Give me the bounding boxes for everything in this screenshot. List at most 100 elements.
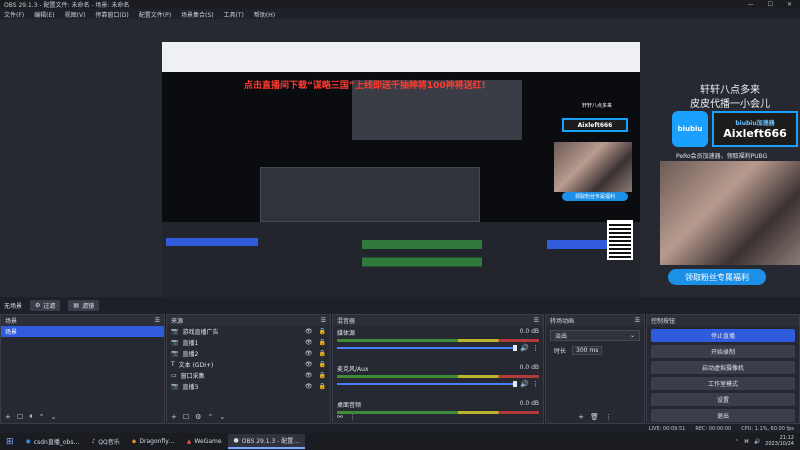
virtual-camera-button[interactable]: 启动虚拟摄像机 <box>651 361 795 374</box>
source-item[interactable]: T 文本 (GDI+) 👁 🔒 <box>167 359 330 370</box>
remove-icon[interactable]: 🗑 <box>590 413 599 421</box>
stop-streaming-button[interactable]: 停止直播 <box>651 329 795 342</box>
dock-menu-icon[interactable]: ☰ <box>321 317 326 324</box>
taskbar-app-obs[interactable]: ● OBS 29.1.3 - 配置… <box>227 434 306 449</box>
down-icon[interactable]: ⌄ <box>51 413 57 421</box>
menu-tools[interactable]: 工具(T) <box>224 10 244 19</box>
transitions-dock-title: 转场动画 <box>550 318 575 325</box>
speaker-icon[interactable]: 🔊 <box>520 344 529 352</box>
visibility-icon[interactable]: 👁 <box>305 339 313 346</box>
channel-name: 媒体源 <box>337 330 356 337</box>
clock[interactable]: 21:12 2023/10/24 <box>765 435 794 447</box>
lock-icon[interactable]: 🔒 <box>319 350 326 357</box>
exit-button[interactable]: 退出 <box>651 409 795 422</box>
id-label: biubiu加速器 <box>735 120 775 127</box>
source-item[interactable]: 📷 直播3 👁 🔒 <box>167 381 330 392</box>
taskbar-app[interactable]: ◉ csdn直播_obs… <box>20 434 86 449</box>
taskbar-app[interactable]: ◆ Dragonfly… <box>126 434 181 449</box>
volume-slider[interactable] <box>337 381 518 387</box>
volume-icon[interactable]: 🔊 <box>754 439 760 445</box>
maximize-icon[interactable]: ☐ <box>768 1 773 8</box>
down-icon[interactable]: ⌄ <box>219 413 225 421</box>
dock-menu-icon[interactable]: ☰ <box>534 317 539 324</box>
add-icon[interactable]: + <box>578 413 584 421</box>
lock-icon[interactable]: 🔒 <box>319 383 326 390</box>
gear-icon[interactable]: ⚙ <box>195 413 201 421</box>
scenes-footer: + ☐ ⏸ ⌃ ⌄ <box>1 410 164 423</box>
slogan-line2: 皮皮代播一小会儿 <box>690 99 770 110</box>
up-icon[interactable]: ⌃ <box>39 413 45 421</box>
visibility-icon[interactable]: 👁 <box>305 328 313 335</box>
system-tray: ⌃ ⌘ 🔊 21:12 2023/10/24 <box>735 435 800 447</box>
level-meter <box>337 375 539 378</box>
add-icon[interactable]: + <box>5 413 11 421</box>
more-icon[interactable]: ⋮ <box>532 344 539 352</box>
inner-fan-button: 领取粉丝专属福利 <box>562 192 628 201</box>
webcam-feed <box>660 161 800 265</box>
duration-input[interactable]: 300 ms <box>572 346 603 355</box>
menu-help[interactable]: 帮助(H) <box>254 10 275 19</box>
source-label: 直播1 <box>182 340 199 347</box>
dock-menu-icon[interactable]: ☰ <box>155 317 160 324</box>
channel-name: 麦克风/Aux <box>337 366 369 373</box>
lock-icon[interactable]: 🔒 <box>319 372 326 379</box>
taskbar-app[interactable]: ♪ QQ音乐 <box>85 434 125 449</box>
close-icon[interactable]: ✕ <box>787 1 792 8</box>
start-recording-button[interactable]: 开始录制 <box>651 345 795 358</box>
status-bar: LIVE: 00:09:51 REC: 00:00:00 CPU: 1.1%, … <box>0 424 800 433</box>
visibility-icon[interactable]: 👁 <box>305 350 313 357</box>
dock-menu-icon[interactable]: ☰ <box>635 317 640 324</box>
studio-mode-button[interactable]: 工作室模式 <box>651 377 795 390</box>
source-item[interactable]: 📷 直播2 👁 🔒 <box>167 348 330 359</box>
remove-icon[interactable]: ☐ <box>17 413 23 421</box>
visibility-icon[interactable]: 👁 <box>305 361 313 368</box>
start-icon[interactable]: ⊞ <box>0 434 20 449</box>
more-icon[interactable]: ⋮ <box>605 413 612 421</box>
menu-file[interactable]: 文件(F) <box>4 10 24 19</box>
add-icon[interactable]: + <box>171 413 177 421</box>
transition-select[interactable]: 淡出 ⌄ <box>550 330 640 341</box>
speaker-icon[interactable]: 🔊 <box>520 380 529 388</box>
source-label: 游戏直播广告 <box>182 329 219 336</box>
lock-icon[interactable]: 🔒 <box>319 328 326 335</box>
menu-view[interactable]: 视图(V) <box>65 10 86 19</box>
filter-icon: ▤ <box>73 302 80 309</box>
filter-button[interactable]: ⚙ 过滤 <box>30 300 61 311</box>
menu-profile[interactable]: 配置文件(P) <box>139 10 171 19</box>
settings-button[interactable]: 设置 <box>651 393 795 406</box>
source-item[interactable]: ▭ 窗口采集 👁 🔒 <box>167 370 330 381</box>
source-item[interactable]: 📷 直播1 👁 🔒 <box>167 337 330 348</box>
lock-icon[interactable]: 🔒 <box>319 361 326 368</box>
browser-icon: ◉ <box>25 438 31 445</box>
visibility-icon[interactable]: 👁 <box>305 372 313 379</box>
preview-canvas[interactable]: 点击直播间下载“谋略三国”上线即送千抽神将100神将送红! 轩轩八点多来 Aix… <box>162 42 640 310</box>
remove-icon[interactable]: ☐ <box>183 413 189 421</box>
taskbar-app[interactable]: ▲ WeGame <box>181 434 228 449</box>
promo-line: PeRo会员加速器，领取福利PUBG <box>676 153 768 160</box>
up-icon[interactable]: ⌃ <box>207 413 213 421</box>
effects-button[interactable]: ▤ 滤镜 <box>68 300 100 311</box>
level-meter <box>337 339 539 342</box>
menu-docks[interactable]: 停靠窗口(D) <box>95 10 128 19</box>
link-icon[interactable]: ⚯ <box>337 413 343 421</box>
menu-scene-collection[interactable]: 场景集合(S) <box>181 10 214 19</box>
source-item[interactable]: 📷 游戏直播广告 👁 🔒 <box>167 326 330 337</box>
mixer-channel: 媒体源 0.0 dB 🔊 ⋮ <box>333 326 543 354</box>
volume-knob[interactable] <box>513 345 518 351</box>
menu-edit[interactable]: 编辑(E) <box>34 10 54 19</box>
visibility-icon[interactable]: 👁 <box>305 383 313 390</box>
inner-id-box: Aixleft666 <box>562 118 628 132</box>
preview-area[interactable]: 点击直播间下载“谋略三国”上线即送千抽神将100神将送红! 轩轩八点多来 Aix… <box>0 19 800 349</box>
network-icon[interactable]: ⌘ <box>744 439 749 445</box>
volume-knob[interactable] <box>513 381 518 387</box>
chevron-up-icon[interactable]: ⌃ <box>735 439 739 445</box>
lock-icon[interactable]: 🔒 <box>319 339 326 346</box>
inner-webcam <box>554 142 632 192</box>
pause-icon[interactable]: ⏸ <box>29 412 33 421</box>
biubiu-logo: biubiu <box>672 111 708 147</box>
more-icon[interactable]: ⋮ <box>532 380 539 388</box>
volume-slider[interactable] <box>337 345 518 351</box>
minimize-icon[interactable]: — <box>748 1 754 8</box>
more-icon[interactable]: ⋮ <box>349 413 356 421</box>
scene-item[interactable]: 场景 <box>1 326 164 337</box>
